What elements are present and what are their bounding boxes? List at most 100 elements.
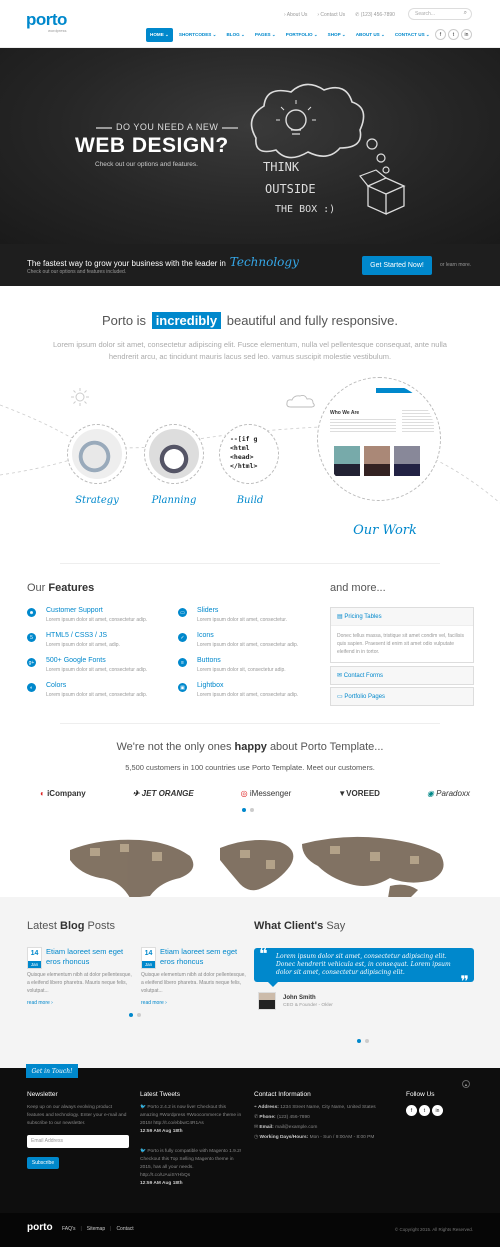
search-input[interactable]: Search... ⌕ [408, 8, 472, 20]
feature-title[interactable]: Lightbox [197, 682, 223, 689]
nav-home[interactable]: HOME ⌄ [146, 28, 173, 42]
quote-text: Lorem ipsum dolor sit amet, consectetur … [276, 953, 451, 976]
feature-title[interactable]: HTML5 / CSS3 / JS [46, 632, 107, 639]
separator: | [80, 1226, 82, 1232]
footer-links: FAQ's | Sitemap | Contact [62, 1226, 134, 1232]
planning-circle[interactable] [144, 424, 204, 484]
feature-desc: Lorem ipsum dolor sit amet, adip. [46, 642, 120, 648]
tweet-time: 12:59 AM Aug 18th [140, 1129, 183, 1134]
email-field[interactable]: Email Address [27, 1135, 129, 1148]
top-link-contact[interactable]: › Contact Us [317, 12, 345, 18]
palette-icon: ◐ [27, 683, 36, 692]
code-line: <html [230, 444, 250, 452]
pager-dot[interactable] [357, 1039, 361, 1043]
testimonial-role: CEO & Founder - Okler [283, 1003, 333, 1008]
testimonial-title-pre: What [254, 920, 281, 932]
client-logo-voreed[interactable]: ▼VOREED [338, 789, 380, 798]
accordion-header[interactable]: ▭ Portfolio Pages [331, 688, 473, 705]
nav-shortcodes[interactable]: SHORTCODES ⌄ [175, 28, 221, 42]
accordion-portfolio-pages[interactable]: ▭ Portfolio Pages [330, 687, 474, 706]
our-work-circle[interactable]: Who We Are [317, 377, 441, 501]
client-name: Paradoxx [436, 789, 470, 798]
feature-title[interactable]: Colors [46, 682, 66, 689]
feature-title[interactable]: Sliders [197, 607, 218, 614]
post-excerpt: Quisque elementum nibh at dolor pellente… [141, 972, 246, 994]
post-month: Jan [28, 961, 41, 968]
cloud-icon [286, 394, 315, 408]
feature-desc: Lorem ipsum dolor sit amet, consectetur … [46, 617, 148, 623]
main-nav: HOME ⌄ SHORTCODES ⌄ BLOG ⌄ PAGES ⌄ PORTF… [146, 28, 434, 42]
preview-text-lines [330, 419, 396, 433]
support-icon: ☻ [27, 608, 36, 617]
pager-dot[interactable] [129, 1013, 133, 1017]
nav-contact[interactable]: CONTACT US ⌄ [391, 28, 434, 42]
pager-dot[interactable] [242, 808, 246, 812]
feature-title[interactable]: Icons [197, 632, 214, 639]
subscribe-button[interactable]: Subscribe [27, 1157, 59, 1169]
footer-link-contact[interactable]: Contact [116, 1226, 133, 1232]
feature-title[interactable]: Buttons [197, 657, 221, 664]
preview-heading: Who We Are [330, 410, 360, 416]
cta-highlight: Technology [229, 255, 299, 269]
twitter-icon[interactable]: t [419, 1105, 430, 1116]
accordion-header[interactable]: ✉ Contact Forms [331, 667, 473, 684]
linkedin-icon[interactable]: in [432, 1105, 443, 1116]
strategy-circle[interactable] [67, 424, 127, 484]
post-title[interactable]: Etiam laoreet sem eget eros rhoncus [46, 947, 136, 967]
client-logo-paradoxx[interactable]: ◉ Paradoxx [427, 789, 470, 798]
search-icon[interactable]: ⌕ [464, 10, 467, 17]
accordion-label: Portfolio Pages [344, 694, 386, 700]
search-placeholder: Search... [415, 11, 436, 17]
intro-title: Porto is incredibly beautiful and fully … [0, 312, 500, 329]
nav-shop[interactable]: SHOP ⌄ [324, 28, 350, 42]
pager-dot[interactable] [137, 1013, 141, 1017]
nav-blog[interactable]: BLOG ⌄ [222, 28, 248, 42]
get-started-button[interactable]: Get Started Now! [362, 256, 432, 275]
client-name: VOREED [346, 789, 380, 798]
client-logo-imessenger[interactable]: ◎ iMessenger [241, 789, 292, 798]
nav-pages[interactable]: PAGES ⌄ [251, 28, 280, 42]
footer-link-faq[interactable]: FAQ's [62, 1226, 75, 1232]
build-circle[interactable]: --[if g <html <head> </html> [219, 424, 279, 484]
pager-dot[interactable] [365, 1039, 369, 1043]
accordion-pricing-tables[interactable]: ▤ Pricing Tables Donec tellus massa, tri… [330, 607, 474, 663]
learn-more-link[interactable]: or learn more. [440, 262, 471, 268]
our-work-preview: Who We Are [322, 382, 436, 496]
client-logos: ◐ iCompany ✈ JET ORANGE ◎ iMessenger ▼VO… [40, 789, 470, 798]
read-more-link[interactable]: read more › [27, 1000, 53, 1006]
tweet: 🐦 Porto 2.4.2 is now live! Checkout this… [140, 1104, 244, 1136]
twitter-icon: 🐦 [140, 1149, 146, 1154]
accordion-header[interactable]: ▤ Pricing Tables [331, 608, 473, 625]
feature-title[interactable]: 500+ Google Fonts [46, 657, 106, 664]
testimonial-pager [357, 1039, 369, 1043]
step-label-strategy: Strategy [75, 495, 119, 506]
footer-link-sitemap[interactable]: Sitemap [87, 1226, 105, 1232]
facebook-icon[interactable]: f [406, 1105, 417, 1116]
happy-title-post: about Porto Template... [269, 741, 384, 753]
contact-value[interactable]: mail@example.com [275, 1125, 317, 1130]
nav-portfolio[interactable]: PORTFOLIO ⌄ [282, 28, 322, 42]
linkedin-icon[interactable]: in [461, 29, 472, 40]
newsletter-text: Keep up on our always evolving product f… [27, 1105, 127, 1126]
accordion-contact-forms[interactable]: ✉ Contact Forms [330, 666, 474, 685]
contact-label: Email: [259, 1125, 274, 1130]
client-logo-icompany[interactable]: ◐ iCompany [40, 789, 86, 798]
client-logo-jet-orange[interactable]: ✈ JET ORANGE [133, 789, 194, 798]
contact-value: Mon - Sun / 9:00AM - 8:00 PM [309, 1135, 375, 1140]
logo[interactable]: porto wordpress [26, 10, 67, 33]
footer-logo[interactable]: porto [27, 1222, 53, 1233]
clock-icon: ◷ [254, 1135, 259, 1140]
feature-title[interactable]: Customer Support [46, 607, 103, 614]
read-more-link[interactable]: read more › [141, 1000, 167, 1006]
post-title[interactable]: Etiam laoreet sem eget eros rhoncus [160, 947, 250, 967]
post-day: 14 [144, 950, 153, 957]
tweet-text: Porto 2.4.2 is now live! Checkout this a… [140, 1105, 242, 1126]
pager-dot[interactable] [250, 808, 254, 812]
nav-about[interactable]: ABOUT US ⌄ [352, 28, 389, 42]
twitter-icon[interactable]: t [448, 29, 459, 40]
top-link-about[interactable]: › About Us [284, 12, 307, 18]
quote-close-icon: ❞ [460, 972, 469, 991]
facebook-icon[interactable]: f [435, 29, 446, 40]
scroll-top-icon[interactable]: ▲ [462, 1080, 470, 1088]
step-label-planning: Planning [151, 495, 197, 506]
